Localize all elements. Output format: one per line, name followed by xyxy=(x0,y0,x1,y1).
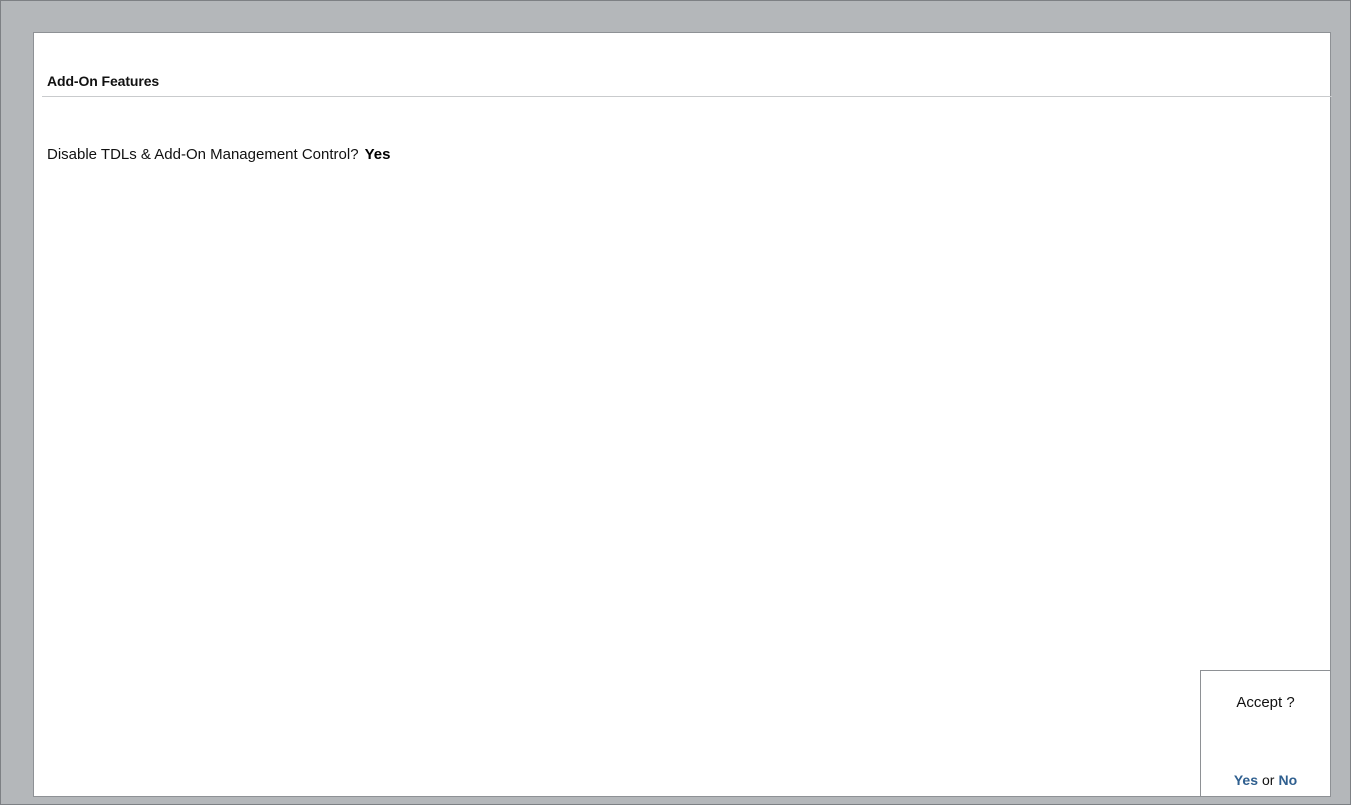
window-frame: Add-On Features Disable TDLs & Add-On Ma… xyxy=(0,0,1351,805)
section-title: Add-On Features xyxy=(47,73,160,89)
title-divider xyxy=(42,96,1332,97)
accept-yes-button[interactable]: Yes xyxy=(1234,772,1258,788)
accept-dialog: Accept ? Yes or No xyxy=(1200,670,1331,797)
accept-no-button[interactable]: No xyxy=(1278,772,1297,788)
accept-title: Accept ? xyxy=(1236,694,1295,711)
disable-tdls-field[interactable]: Disable TDLs & Add-On Management Control… xyxy=(47,146,390,163)
add-on-features-panel: Add-On Features Disable TDLs & Add-On Ma… xyxy=(33,32,1332,797)
field-value[interactable]: Yes xyxy=(365,146,391,163)
accept-or-text: or xyxy=(1262,772,1275,788)
accept-options: Yes or No xyxy=(1201,772,1330,788)
field-label: Disable TDLs & Add-On Management Control… xyxy=(47,146,359,163)
